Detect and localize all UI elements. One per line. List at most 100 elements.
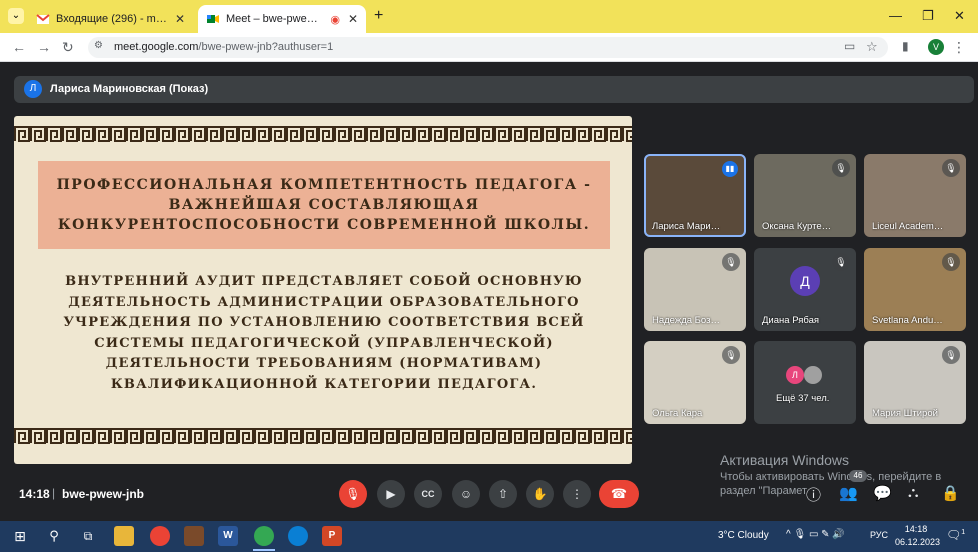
activation-watermark-line: раздел "Парамет [720,485,808,497]
speaking-indicator-icon: ▮▮ [722,161,738,177]
forward-icon[interactable]: → [37,39,51,55]
greek-border-bottom [14,428,632,444]
presenter-bar: Л Лариса Мариновская (Показ) [14,76,974,103]
emoji-icon[interactable]: ☺ [452,480,480,508]
participant-name: Надежда Боз… [652,315,720,326]
participant-tile[interactable]: ▮▮ Лариса Мари… [644,154,746,237]
participant-name: Лариса Мари… [652,221,721,232]
mic-off-icon: 🎙 [942,159,960,177]
clock-time[interactable]: 14:18 [903,524,929,534]
menu-dots-icon[interactable]: ⋮ [952,39,966,56]
recording-icon: ◉ [330,13,340,26]
presentation-slide: ПРОФЕССИОНАЛЬНАЯ КОМПЕТЕНТНОСТЬ ПЕДАГОГА… [14,116,632,464]
library-icon[interactable] [184,526,204,546]
meeting-code: bwe-pwew-jnb [62,487,144,501]
separator: | [52,486,56,500]
slide-title-box: ПРОФЕССИОНАЛЬНАЯ КОМПЕТЕНТНОСТЬ ПЕДАГОГА… [38,161,610,249]
leave-call-icon[interactable]: ☎ [599,480,639,508]
tab-bar: ⌄ Входящие (296) - maria.stiroi@ ✕ Meet … [0,0,978,33]
url-host: meet.google.com [114,41,199,53]
participant-tile[interactable]: 🎙 Мария Штирой [864,341,966,424]
tab-meet[interactable]: Meet – bwe-pwew-jnb ◉ ✕ [198,5,366,33]
slide-title: ПРОФЕССИОНАЛЬНАЯ КОМПЕТЕНТНОСТЬ ПЕДАГОГА… [56,177,592,233]
windows-start-icon[interactable]: ⊞ [10,526,30,546]
participant-tile[interactable]: 🎙 Оксана Курте… [754,154,856,237]
notifications-icon[interactable]: 🗨1 [946,528,965,542]
task-view-icon[interactable]: ⧉ [78,526,98,546]
activities-icon[interactable]: ⛬ [908,484,919,501]
file-explorer-icon[interactable] [114,526,134,546]
tab-title: Входящие (296) - maria.stiroi@ [56,13,169,25]
new-tab-icon[interactable]: + [374,7,383,25]
edge-icon[interactable] [288,526,308,546]
notification-count: 1 [961,529,966,536]
participant-tile[interactable]: 🎙 Liceul Academ… [864,154,966,237]
meet-stage: Л Лариса Мариновская (Показ) ПРОФЕССИОНА… [0,62,978,521]
close-icon[interactable]: ✕ [175,12,185,26]
search-icon[interactable]: ⚲ [44,526,64,546]
people-icon[interactable]: 👥 [839,484,858,502]
back-icon[interactable]: ← [12,39,26,55]
chrome-icon[interactable] [254,526,274,546]
more-participants-tile[interactable]: Л Ещё 37 чел. [754,341,856,424]
camera-in-use-icon[interactable]: ▭ [844,39,855,53]
weather-widget[interactable]: 3°C Cloudy [718,530,769,541]
word-icon[interactable]: W [218,526,238,546]
close-window-icon[interactable]: ✕ [954,8,965,24]
participant-tile[interactable]: 🎙 Д Диана Рябая [754,248,856,331]
presenter-label: Лариса Мариновская (Показ) [50,83,209,95]
restore-icon[interactable]: ❐ [922,8,934,24]
participant-name: Диана Рябая [762,315,820,326]
mic-off-icon: 🎙 [942,346,960,364]
tab-title: Meet – bwe-pwew-jnb [226,13,325,25]
participant-tile[interactable]: 🎙 Ольга Кара [644,341,746,424]
slide-body: ВНУТРЕННИЙ АУДИТ ПРЕДСТАВЛЯЕТ СОБОЙ ОСНО… [63,274,585,392]
activation-watermark-line: Чтобы активировать Windows, перейдите в [720,471,942,483]
participant-avatar: Д [790,266,820,296]
side-panel-icon[interactable]: ▮ [902,39,909,53]
tab-search-chevron-icon[interactable]: ⌄ [8,8,24,24]
mic-off-icon: 🎙 [942,253,960,271]
minimize-icon[interactable]: — [889,8,902,23]
tab-gmail[interactable]: Входящие (296) - maria.stiroi@ ✕ [28,5,193,33]
participant-avatar: Л [786,366,804,384]
meet-icon [207,15,219,23]
clock-date[interactable]: 06.12.2023 [895,537,940,547]
site-info-icon[interactable]: ⚙ [94,40,103,51]
language-indicator[interactable]: РУС [870,530,888,540]
powerpoint-icon[interactable]: P [322,526,342,546]
meeting-time: 14:18 [19,487,50,501]
profile-avatar[interactable]: V [928,39,944,55]
system-tray-icons[interactable]: ^ 🎙 ▭ ✎ 🔊 [786,529,845,540]
present-icon[interactable]: ⇧ [489,480,517,508]
people-count-badge: 46 [849,470,867,482]
info-icon[interactable]: ⓘ [806,484,821,505]
browser-toolbar: ← → ↻ meet.google.com/bwe-pwew-jnb?authu… [0,33,978,62]
mic-off-icon: 🎙 [832,253,850,271]
more-participants-label: Ещё 37 чел. [776,393,830,404]
host-controls-icon[interactable]: 🔒 [941,484,960,502]
mic-off-icon[interactable]: 🎙 [339,480,367,508]
greek-border-top [14,126,632,142]
active-app-indicator [253,549,275,551]
camera-icon[interactable]: ▶ [377,480,405,508]
mic-off-icon: 🎙 [832,159,850,177]
participant-avatar-photo [804,366,822,384]
close-icon[interactable]: ✕ [348,12,358,26]
chat-icon[interactable]: 💬 [873,484,892,502]
presenter-avatar: Л [24,80,42,98]
mic-off-icon: 🎙 [722,346,740,364]
url-path: /bwe-pwew-jnb?authuser=1 [198,41,334,53]
participant-name: Ольга Кара [652,408,703,419]
participant-name: Мария Штирой [872,408,938,419]
raise-hand-icon[interactable]: ✋ [526,480,554,508]
mic-off-icon: 🎙 [722,253,740,271]
bookmark-star-icon[interactable]: ☆ [866,39,878,55]
participant-tile[interactable]: 🎙 Svetlana Andu… [864,248,966,331]
address-bar[interactable]: meet.google.com/bwe-pwew-jnb?authuser=1 [88,37,888,58]
reload-icon[interactable]: ↻ [62,39,74,56]
captions-icon[interactable]: CC [414,480,442,508]
chrome-icon[interactable] [150,526,170,546]
participant-tile[interactable]: 🎙 Надежда Боз… [644,248,746,331]
more-options-icon[interactable]: ⋮ [563,480,591,508]
